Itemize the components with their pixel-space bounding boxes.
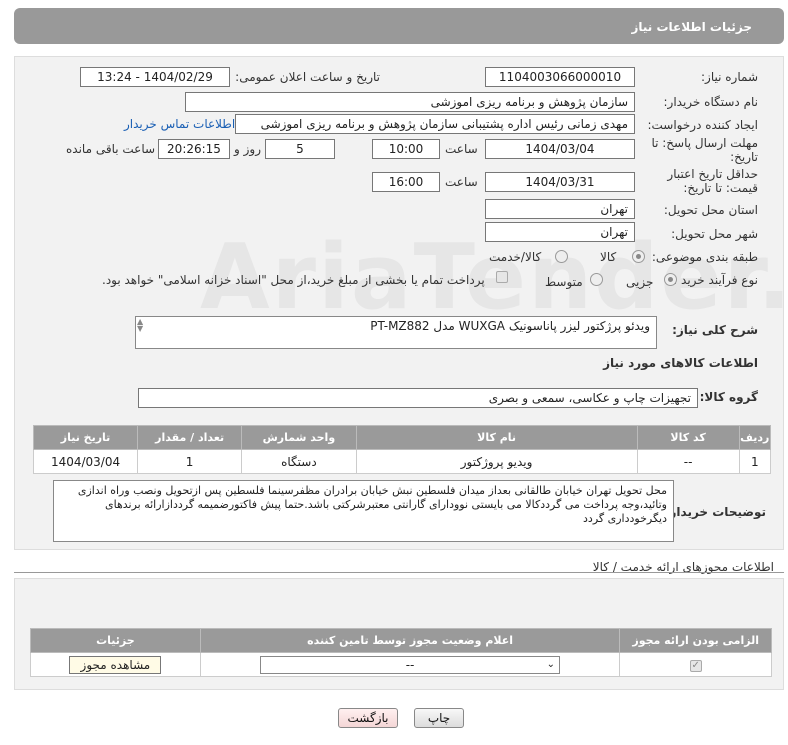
- goods-table-header: ردیف کد کالا نام کالا واحد شمارش تعداد /…: [32, 425, 772, 450]
- province-label: استان محل تحویل:: [663, 203, 758, 217]
- deadline-date-field: 1404/03/04: [485, 139, 635, 159]
- permit-status-value: --: [405, 657, 415, 672]
- process-minor-label: جزیی: [626, 275, 654, 289]
- category-label: طبقه بندی موضوعی:: [651, 250, 758, 264]
- page-title: جزئیات اطلاعات نیاز: [631, 20, 752, 34]
- cell-name: ویدیو پروژکتور: [355, 449, 638, 474]
- process-medium-radio[interactable]: [590, 273, 603, 286]
- remaining-label: ساعت باقی مانده: [66, 142, 156, 156]
- price-valid-time-label: ساعت: [445, 175, 478, 189]
- treasury-payment-checkbox[interactable]: [496, 271, 508, 283]
- divider: [14, 572, 784, 573]
- city-label: شهر محل تحویل:: [671, 227, 758, 241]
- category-service-label: کالا/خدمت: [489, 250, 542, 264]
- city-field: تهران: [485, 222, 635, 242]
- buyer-notes-label: توضیحات خریدار:: [664, 505, 766, 519]
- permit-required-checkbox: ✓: [689, 660, 702, 672]
- col-code: کد کالا: [636, 425, 740, 450]
- province-field: تهران: [485, 199, 635, 219]
- category-goods-radio[interactable]: [632, 250, 645, 263]
- announce-label: تاریخ و ساعت اعلان عمومی:: [235, 70, 380, 84]
- treasury-payment-note: پرداخت تمام یا بخشی از مبلغ خرید،از محل …: [102, 273, 485, 287]
- permit-status-select[interactable]: -- ⌄: [260, 655, 561, 674]
- category-service-radio[interactable]: [555, 250, 568, 263]
- col-qty: تعداد / مقدار: [137, 425, 243, 450]
- cell-permit-details: مشاهده مجوز: [30, 652, 201, 677]
- col-name: نام کالا: [355, 425, 638, 450]
- process-label: نوع فرآیند خرید :: [673, 273, 758, 287]
- table-row: 1 -- ویدیو پروژکتور دستگاه 1 1404/03/04: [32, 449, 772, 474]
- goods-table: ردیف کد کالا نام کالا واحد شمارش تعداد /…: [32, 425, 772, 474]
- cell-qty: 1: [137, 449, 243, 474]
- cell-unit: دستگاه: [241, 449, 357, 474]
- deadline-time-field: 10:00: [372, 139, 440, 159]
- goods-group-field: تجهیزات چاپ و عکاسی، سمعی و بصری: [138, 388, 698, 408]
- remaining-time-field: 20:26:15: [158, 139, 230, 159]
- col-permit-status: اعلام وضعیت مجوز توسط تامین کننده: [199, 628, 621, 653]
- cell-permit-required: ✓: [619, 652, 772, 677]
- description-label: شرح کلی نیاز:: [672, 323, 758, 337]
- creator-field: مهدی زمانی رئیس اداره پشتیبانی سازمان پژ…: [235, 114, 635, 134]
- need-number-field: 1104003066000010: [485, 67, 635, 87]
- price-valid-time-field: 16:00: [372, 172, 440, 192]
- process-minor-radio[interactable]: [664, 273, 677, 286]
- page-header: جزئیات اطلاعات نیاز: [14, 8, 784, 44]
- goods-info-title: اطلاعات کالاهای مورد نیاز: [603, 356, 758, 370]
- days-label: روز و: [234, 142, 261, 156]
- days-field: 5: [265, 139, 335, 159]
- cell-permit-status: -- ⌄: [199, 652, 621, 677]
- permits-table: الزامی بودن ارائه مجوز اعلام وضعیت مجوز …: [30, 628, 772, 677]
- creator-label: ایجاد کننده درخواست:: [647, 118, 758, 132]
- need-number-label: شماره نیاز:: [701, 70, 758, 84]
- print-button[interactable]: چاپ: [414, 708, 464, 728]
- buyer-org-field: سازمان پژوهش و برنامه ریزی اموزشی: [185, 92, 635, 112]
- col-unit: واحد شمارش: [241, 425, 357, 450]
- description-textarea[interactable]: ویدئو پرژکتور لیزر پاناسونیک WUXGA مدل P…: [135, 316, 657, 349]
- chevron-down-icon: ⌄: [546, 658, 556, 670]
- cell-date: 1404/03/04: [32, 449, 139, 474]
- buyer-notes-textarea[interactable]: محل تحویل تهران خیابان طالقانی بعداز مید…: [53, 480, 674, 542]
- price-valid-label: حداقل تاریخ اعتبار قیمت: تا تاریخ:: [667, 167, 758, 195]
- textarea-scroll-icon[interactable]: ▲ ▼: [137, 318, 147, 333]
- col-permit-details: جزئیات: [30, 628, 201, 653]
- table-row: ✓ -- ⌄ مشاهده مجوز: [30, 652, 772, 677]
- announce-field: 1404/02/29 - 13:24: [80, 67, 230, 87]
- cell-row: 1: [738, 449, 772, 474]
- process-medium-label: متوسط: [545, 275, 583, 289]
- deadline-time-label: ساعت: [445, 142, 478, 156]
- view-permit-button[interactable]: مشاهده مجوز: [69, 655, 162, 674]
- col-date: تاریخ نیاز: [32, 425, 139, 450]
- col-permit-required: الزامی بودن ارائه مجوز: [619, 628, 772, 653]
- description-text: ویدئو پرژکتور لیزر پاناسونیک WUXGA مدل P…: [370, 319, 650, 333]
- contact-info-link[interactable]: اطلاعات تماس خریدار: [124, 117, 235, 131]
- deadline-label: مهلت ارسال پاسخ: تا تاریخ:: [651, 136, 758, 164]
- permits-table-header: الزامی بودن ارائه مجوز اعلام وضعیت مجوز …: [30, 628, 772, 653]
- price-valid-date-field: 1404/03/31: [485, 172, 635, 192]
- category-goods-label: کالا: [600, 250, 617, 264]
- back-button[interactable]: بازگشت: [338, 708, 398, 728]
- buyer-org-label: نام دستگاه خریدار:: [663, 95, 759, 109]
- cell-code: --: [636, 449, 740, 474]
- goods-group-label: گروه کالا:: [699, 390, 758, 404]
- col-row: ردیف: [738, 425, 772, 450]
